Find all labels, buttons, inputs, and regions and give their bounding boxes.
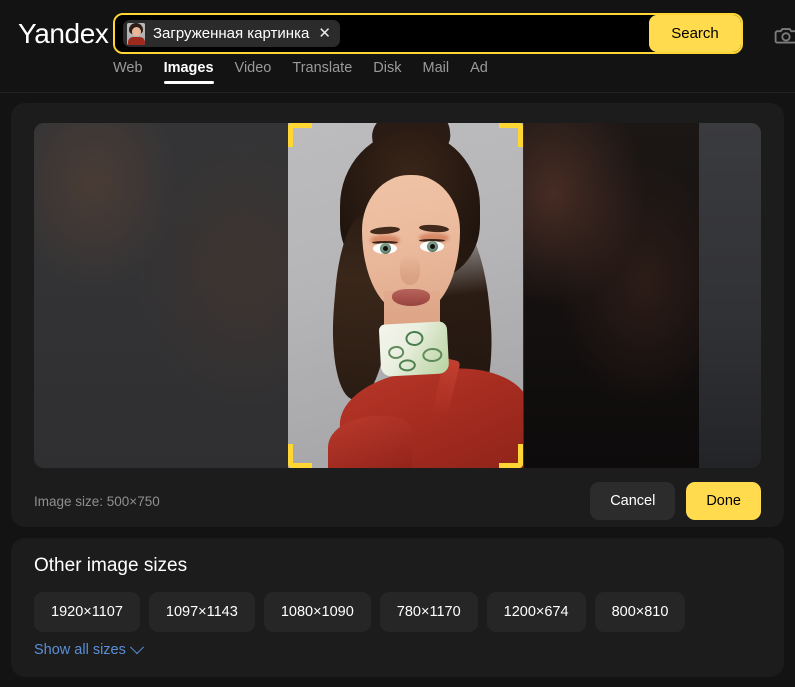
crop-handle-bottom-left[interactable] (288, 444, 312, 468)
done-button[interactable]: Done (686, 482, 761, 520)
uploaded-image-chip[interactable]: Загруженная картинка ✕ (123, 20, 340, 47)
size-chip[interactable]: 1080×1090 (263, 592, 371, 632)
image-crop-card: Image size: 500×750 Cancel Done (11, 103, 784, 527)
nav-tabs: Web Images Video Translate Disk Mail Ad (113, 60, 488, 88)
image-size-chip-list: 1920×1107 1097×1143 1080×1090 780×1170 1… (34, 592, 768, 632)
other-image-sizes-card: Other image sizes 1920×1107 1097×1143 10… (11, 538, 784, 677)
chevron-down-icon (129, 640, 144, 655)
show-all-sizes-label: Show all sizes (34, 642, 126, 658)
crop-handle-top-left[interactable] (288, 123, 312, 147)
camera-icon[interactable] (771, 22, 795, 48)
tab-translate[interactable]: Translate (292, 60, 352, 88)
close-icon[interactable]: ✕ (317, 26, 332, 41)
crop-handle-bottom-right[interactable] (499, 444, 523, 468)
yandex-image-search-page: Yandex Загруженная картинка ✕ Search Web… (0, 0, 795, 687)
search-button[interactable]: Search (649, 15, 741, 52)
crop-handle-top-right[interactable] (499, 123, 523, 147)
crop-selection-box[interactable] (288, 123, 523, 468)
image-preview-area[interactable] (34, 123, 761, 468)
tab-video[interactable]: Video (235, 60, 272, 88)
size-chip[interactable]: 780×1170 (379, 592, 478, 632)
cancel-button[interactable]: Cancel (590, 482, 676, 520)
uploaded-image-thumbnail-icon (127, 22, 145, 45)
size-chip[interactable]: 1920×1107 (34, 592, 140, 632)
backdrop-left (34, 123, 288, 468)
uploaded-portrait-image (288, 123, 523, 468)
tab-disk[interactable]: Disk (373, 60, 401, 88)
other-image-sizes-title: Other image sizes (34, 555, 188, 576)
yandex-logo[interactable]: Yandex (18, 18, 109, 50)
tab-images[interactable]: Images (163, 60, 214, 88)
show-all-sizes-link[interactable]: Show all sizes (34, 640, 144, 658)
crop-card-footer: Image size: 500×750 Cancel Done (34, 481, 761, 521)
size-chip[interactable]: 1200×674 (486, 592, 586, 632)
backdrop-right (524, 123, 761, 468)
tab-ad[interactable]: Ad (470, 60, 488, 88)
size-chip[interactable]: 800×810 (594, 592, 686, 632)
tab-web[interactable]: Web (113, 60, 143, 88)
search-input[interactable]: Загруженная картинка ✕ (115, 15, 649, 52)
crop-action-buttons: Cancel Done (590, 482, 761, 520)
size-chip[interactable]: 1097×1143 (148, 592, 255, 632)
search-bar: Загруженная картинка ✕ Search (113, 13, 743, 54)
page-header: Yandex Загруженная картинка ✕ Search Web… (0, 0, 795, 93)
image-size-label: Image size: 500×750 (34, 493, 160, 509)
tab-mail[interactable]: Mail (422, 60, 449, 88)
uploaded-image-chip-label: Загруженная картинка (153, 24, 310, 42)
